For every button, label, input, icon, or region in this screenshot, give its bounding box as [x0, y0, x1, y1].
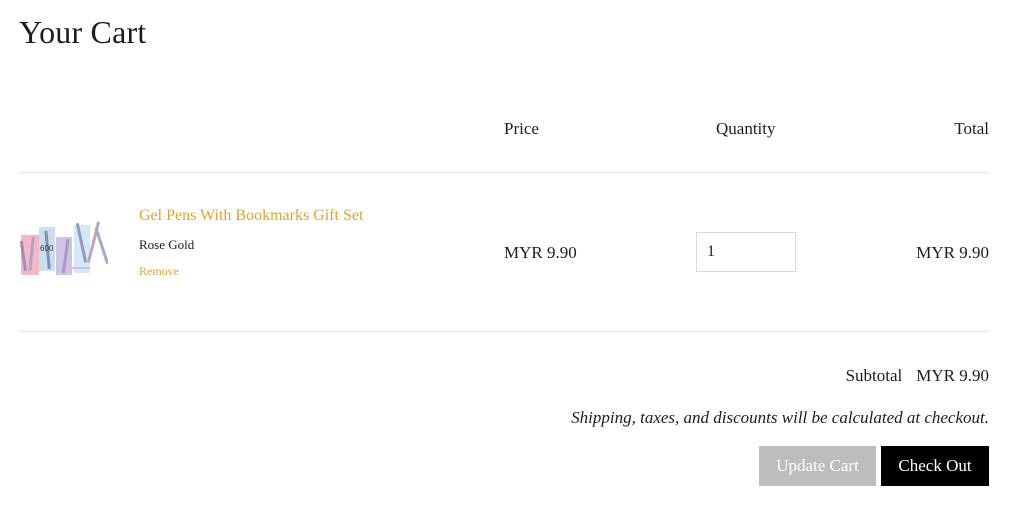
- page-title: Your Cart: [19, 14, 147, 50]
- checkout-note: Shipping, taxes, and discounts will be c…: [571, 408, 989, 427]
- subtotal-row: Subtotal MYR 9.90: [846, 366, 989, 386]
- item-line-total: MYR 9.90: [916, 243, 989, 262]
- product-image: 600: [19, 217, 110, 277]
- product-thumbnail[interactable]: 600: [19, 217, 110, 277]
- product-name-link[interactable]: Gel Pens With Bookmarks Gift Set: [139, 207, 363, 225]
- item-price: MYR 9.90: [504, 243, 577, 262]
- product-variant: Rose Gold: [139, 237, 195, 252]
- total-column-header: Total: [954, 119, 989, 138]
- price-column-header: Price: [504, 119, 539, 138]
- thumbnail-text: 600: [40, 244, 54, 253]
- update-cart-button[interactable]: Update Cart: [759, 446, 876, 486]
- subtotal-label: Subtotal: [845, 366, 903, 385]
- check-out-button[interactable]: Check Out: [881, 446, 989, 486]
- quantity-input[interactable]: [696, 232, 796, 272]
- remove-item-link[interactable]: Remove: [139, 264, 179, 279]
- divider: [19, 172, 989, 173]
- divider: [19, 331, 989, 332]
- quantity-column-header: Quantity: [716, 119, 776, 138]
- subtotal-value: MYR 9.90: [916, 366, 989, 385]
